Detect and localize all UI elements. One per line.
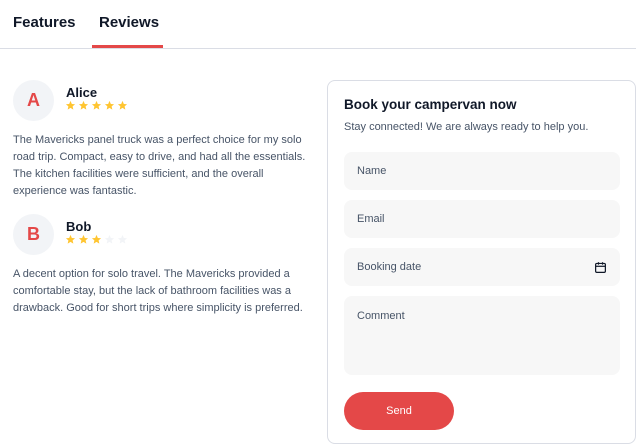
star-filled-icon — [78, 234, 89, 244]
star-filled-icon — [65, 100, 76, 110]
avatar: B — [13, 214, 54, 255]
star-filled-icon — [78, 100, 89, 110]
star-filled-icon — [104, 100, 115, 110]
review-text: The Mavericks panel truck was a perfect … — [13, 134, 306, 197]
name-placeholder: Name — [357, 165, 387, 177]
calendar-icon[interactable] — [594, 261, 607, 274]
send-button[interactable]: Send — [344, 392, 454, 430]
booking-date-field[interactable]: Booking date — [344, 248, 620, 286]
star-empty-icon — [117, 234, 128, 244]
star-rating — [65, 100, 128, 111]
form-subtitle: Stay connected! We are always ready to h… — [344, 121, 589, 133]
star-filled-icon — [91, 100, 102, 110]
date-placeholder: Booking date — [357, 261, 422, 273]
active-tab-indicator — [92, 45, 163, 48]
comment-field[interactable]: Comment — [344, 296, 620, 375]
star-filled-icon — [91, 234, 102, 244]
review-text: A decent option for solo travel. The Mav… — [13, 268, 303, 314]
tab-bar: Features Reviews — [0, 0, 636, 49]
comment-placeholder: Comment — [357, 310, 405, 322]
reviewer-name: Alice — [66, 85, 98, 100]
tab-reviews[interactable]: Reviews — [99, 14, 159, 31]
tab-features[interactable]: Features — [13, 14, 76, 31]
form-title: Book your campervan now — [344, 97, 517, 112]
avatar: A — [13, 80, 54, 121]
reviewer-name: Bob — [66, 219, 92, 234]
star-filled-icon — [117, 100, 128, 110]
booking-form: Book your campervan now Stay connected! … — [327, 80, 636, 444]
star-rating — [65, 234, 128, 245]
name-field[interactable]: Name — [344, 152, 620, 190]
star-empty-icon — [104, 234, 115, 244]
email-placeholder: Email — [357, 213, 385, 225]
email-field[interactable]: Email — [344, 200, 620, 238]
star-filled-icon — [65, 234, 76, 244]
